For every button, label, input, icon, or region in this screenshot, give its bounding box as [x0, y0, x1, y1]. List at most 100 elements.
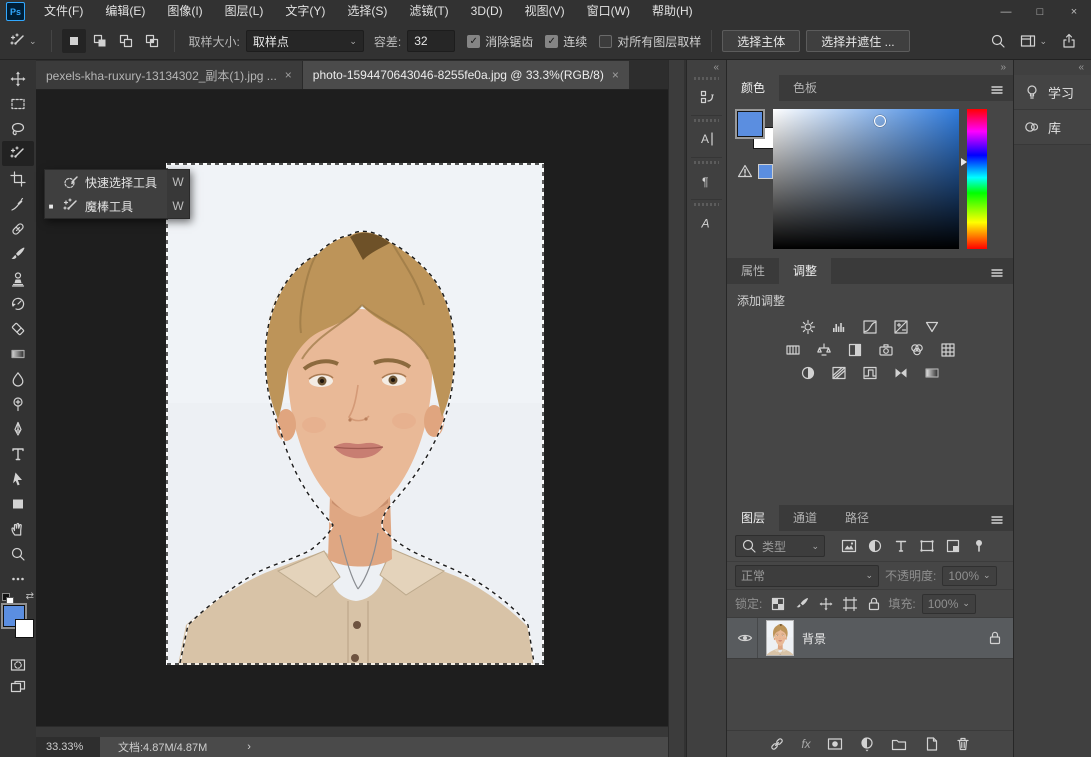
- link-layers-button[interactable]: [769, 736, 785, 752]
- channel-mixer-adjustment-icon[interactable]: [906, 340, 928, 359]
- gradient-tool[interactable]: [2, 341, 34, 366]
- background-color-swatch[interactable]: [15, 619, 34, 638]
- layers-tab-路径[interactable]: 路径: [831, 505, 883, 531]
- blend-mode-select[interactable]: 正常 ⌄: [735, 564, 879, 587]
- healing-tool[interactable]: [2, 216, 34, 241]
- learn-dock-button[interactable]: 学习: [1014, 75, 1091, 110]
- zoom-level[interactable]: 33.33%: [36, 741, 100, 753]
- new-selection-button[interactable]: [61, 29, 86, 53]
- blur-tool[interactable]: [2, 366, 34, 391]
- delete-layer-button[interactable]: [955, 736, 971, 752]
- fill-input[interactable]: 100% ⌄: [921, 593, 976, 614]
- horizontal-scrollbar[interactable]: [36, 726, 668, 737]
- minimize-button[interactable]: —: [989, 0, 1023, 23]
- quick-mask-button[interactable]: [10, 657, 26, 673]
- gamut-warning[interactable]: [737, 163, 773, 179]
- workspace-switcher[interactable]: ⌄: [1020, 33, 1047, 49]
- libraries-dock-button[interactable]: 库: [1014, 110, 1091, 145]
- photo-filter-adjustment-icon[interactable]: [875, 340, 897, 359]
- filter-toggle-filter-icon[interactable]: [971, 538, 987, 554]
- history-brush-tool[interactable]: [2, 291, 34, 316]
- color-lookup-adjustment-icon[interactable]: [937, 340, 959, 359]
- layers-tab-图层[interactable]: 图层: [727, 505, 780, 531]
- close-icon[interactable]: ×: [612, 68, 619, 82]
- layer-row-background[interactable]: 背景: [727, 618, 1013, 659]
- default-colors-icon[interactable]: [2, 593, 14, 605]
- select-and-mask-button[interactable]: 选择并遮住 ...: [806, 30, 910, 52]
- status-chevron-icon[interactable]: ›: [247, 741, 251, 753]
- menu-item-4[interactable]: 文字(Y): [274, 0, 336, 23]
- glyphs-panel-button[interactable]: A: [687, 208, 726, 238]
- eraser-tool[interactable]: [2, 316, 34, 341]
- curves-adjustment-icon[interactable]: [859, 317, 881, 336]
- hue-slider-marker[interactable]: [961, 158, 967, 167]
- selective-color-adjustment-icon[interactable]: [890, 363, 912, 382]
- adjustments-tab-属性[interactable]: 属性: [727, 258, 779, 284]
- vibrance-adjustment-icon[interactable]: [921, 317, 943, 336]
- add-mask-button[interactable]: [827, 736, 843, 752]
- tolerance-input[interactable]: 32: [407, 30, 456, 52]
- screen-mode-button[interactable]: [10, 679, 26, 695]
- menu-item-8[interactable]: 视图(V): [514, 0, 576, 23]
- hue-slider[interactable]: [967, 109, 987, 249]
- collapse-panels-icon[interactable]: «: [713, 62, 718, 73]
- lasso-tool[interactable]: [2, 116, 34, 141]
- sample-size-select[interactable]: 取样点 ⌄: [245, 30, 364, 52]
- lock-position-icon[interactable]: [818, 596, 834, 612]
- gradient-map-adjustment-icon[interactable]: [921, 363, 943, 382]
- smart-object-filter-icon[interactable]: [945, 538, 961, 554]
- character-panel-button[interactable]: A: [687, 124, 726, 154]
- adjustments-tab-调整[interactable]: 调整: [779, 258, 832, 284]
- marquee-tool[interactable]: [2, 91, 34, 116]
- exposure-adjustment-icon[interactable]: [890, 317, 912, 336]
- lock-artboard-icon[interactable]: [842, 596, 858, 612]
- magic-wand-tool[interactable]: [2, 141, 34, 166]
- adjustment-layer-filter-icon[interactable]: [867, 538, 883, 554]
- layer-name[interactable]: 背景: [802, 630, 979, 647]
- vertical-scrollbar[interactable]: [668, 60, 684, 757]
- checkbox-2[interactable]: 对所有图层取样: [599, 33, 701, 50]
- hue-saturation-adjustment-icon[interactable]: [782, 340, 804, 359]
- new-adjustment-layer-button[interactable]: [859, 736, 875, 752]
- menu-item-1[interactable]: 编辑(E): [94, 0, 156, 23]
- saturation-brightness-field[interactable]: [773, 109, 959, 249]
- document-tab-0[interactable]: pexels-kha-ruxury-13134302_副本(1).jpg ...…: [36, 61, 303, 89]
- lock-all-icon[interactable]: [866, 596, 882, 612]
- layers-tab-通道[interactable]: 通道: [779, 505, 831, 531]
- document-tab-1[interactable]: photo-1594470643046-8255fe0a.jpg @ 33.3%…: [302, 61, 629, 89]
- pen-tool[interactable]: [2, 416, 34, 441]
- photoshop-logo-icon[interactable]: Ps: [6, 2, 25, 21]
- menu-item-7[interactable]: 3D(D): [460, 0, 514, 23]
- foreground-color-swatch[interactable]: [737, 111, 763, 137]
- panel-menu-icon[interactable]: [989, 265, 1005, 281]
- checkbox-0[interactable]: ✓ 消除锯齿: [467, 33, 533, 50]
- black-white-adjustment-icon[interactable]: [844, 340, 866, 359]
- layer-filter-select[interactable]: 类型 ⌄: [735, 535, 825, 557]
- expand-panels-icon[interactable]: »: [1000, 62, 1005, 73]
- clone-stamp-tool[interactable]: [2, 266, 34, 291]
- maximize-button[interactable]: □: [1023, 0, 1057, 23]
- flyout-item-quick-select[interactable]: 快速选择工具 W: [45, 170, 189, 194]
- swap-colors-icon[interactable]: ⇄: [26, 591, 34, 602]
- checkbox-box[interactable]: ✓: [467, 34, 481, 48]
- opacity-input[interactable]: 100% ⌄: [942, 565, 997, 586]
- layer-thumbnail[interactable]: [766, 620, 794, 656]
- paragraph-panel-button[interactable]: ¶: [687, 166, 726, 196]
- menu-item-10[interactable]: 帮助(H): [641, 0, 704, 23]
- posterize-adjustment-icon[interactable]: [828, 363, 850, 382]
- select-subject-button[interactable]: 选择主体: [722, 30, 801, 52]
- close-button[interactable]: ×: [1057, 0, 1091, 23]
- checkbox-box[interactable]: ✓: [545, 34, 559, 48]
- brush-tool[interactable]: [2, 241, 34, 266]
- tool-preset-button[interactable]: ⌄: [6, 31, 41, 51]
- move-tool[interactable]: [2, 66, 34, 91]
- lock-pixels-icon[interactable]: [794, 596, 810, 612]
- lock-transparency-icon[interactable]: [770, 596, 786, 612]
- path-select-tool[interactable]: [2, 466, 34, 491]
- type-layer-filter-icon[interactable]: [893, 538, 909, 554]
- menu-item-9[interactable]: 窗口(W): [576, 0, 641, 23]
- threshold-adjustment-icon[interactable]: [859, 363, 881, 382]
- menu-item-0[interactable]: 文件(F): [33, 0, 94, 23]
- rectangle-tool[interactable]: [2, 491, 34, 516]
- dodge-tool[interactable]: [2, 391, 34, 416]
